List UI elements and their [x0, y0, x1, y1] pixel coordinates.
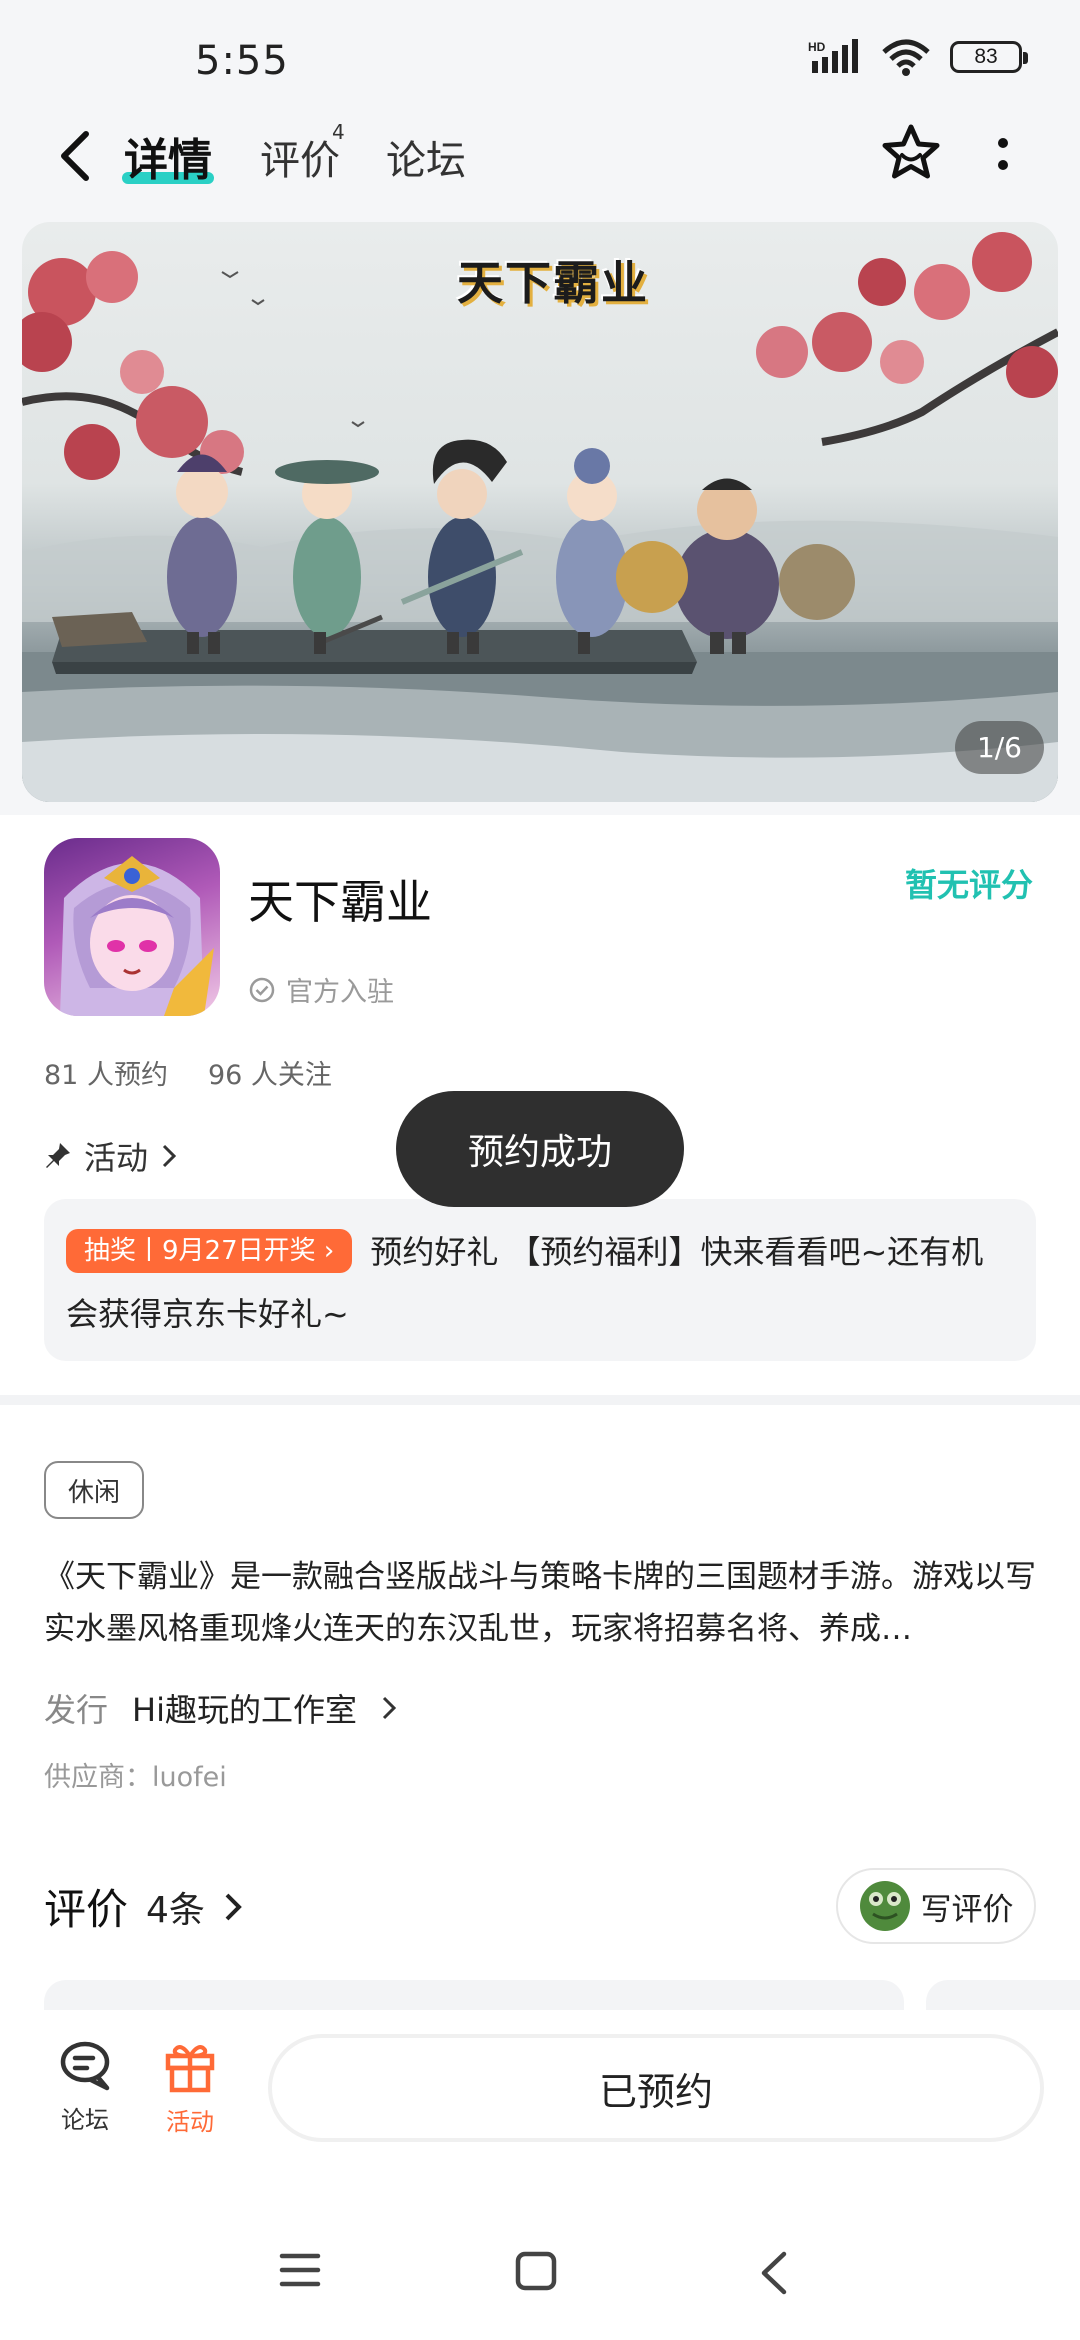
lottery-tag-label: 抽奖丨9月27日开奖: [84, 1236, 316, 1266]
battery-indicator: 83: [950, 41, 1028, 73]
app-stats: 81 人预约 96 人关注: [44, 1053, 332, 1092]
back-nav-icon[interactable]: [756, 2250, 792, 2296]
genre-tag[interactable]: 休闲: [44, 1461, 144, 1519]
game-description[interactable]: 《天下霸业》是一款融合竖版战斗与策略卡牌的三国题材手游。游戏以写实水墨风格重现烽…: [44, 1551, 1040, 1655]
frog-avatar-icon: [859, 1881, 910, 1931]
chevron-right-icon: [225, 1893, 242, 1920]
forum-chat-icon: [60, 2041, 110, 2091]
reviews-count-badge: 4: [332, 120, 345, 144]
official-badge: 官方入驻: [248, 970, 394, 1009]
reviews-header-link[interactable]: 评价 4条: [44, 1876, 243, 1937]
app-name: 天下霸业: [248, 875, 432, 929]
character-4: [556, 448, 628, 654]
back-arrow-icon[interactable]: [52, 128, 100, 184]
forum-button[interactable]: 论坛: [40, 2040, 130, 2135]
signal-icon: HD: [808, 39, 858, 73]
activity-tab-label: 活动: [166, 2108, 214, 2136]
write-review-button[interactable]: 写评价: [836, 1868, 1036, 1944]
write-review-label: 写评价: [920, 1891, 1014, 1928]
wifi-icon: [882, 39, 930, 76]
gift-icon: [165, 2045, 215, 2093]
follower-count: 96 人关注: [207, 1060, 332, 1091]
reserved-button[interactable]: 已预约: [268, 2034, 1044, 2142]
activity-section-link[interactable]: 活动: [44, 1133, 178, 1179]
tab-forum[interactable]: 论坛: [386, 128, 466, 186]
activity-button[interactable]: 活动: [145, 2040, 235, 2137]
character-5: [616, 478, 855, 654]
app-icon: [44, 838, 220, 1016]
reservation-count: 81 人预约: [44, 1060, 168, 1091]
tab-reviews[interactable]: 评价: [260, 128, 340, 186]
lottery-tag[interactable]: 抽奖丨9月27日开奖 ›: [66, 1229, 353, 1273]
tab-details[interactable]: 详情: [124, 124, 212, 188]
status-time: 5:55: [195, 38, 289, 84]
favorite-star-icon[interactable]: [880, 122, 942, 184]
more-options-icon[interactable]: [990, 135, 1016, 175]
forum-label: 论坛: [61, 2106, 109, 2134]
reviews-title: 评价: [44, 1885, 129, 1934]
publisher-row[interactable]: 发行 Hi趣玩的工作室: [44, 1685, 397, 1731]
toast-message: 预约成功: [396, 1091, 684, 1207]
activity-card[interactable]: 抽奖丨9月27日开奖 › 预约好礼 【预约福利】快来看看吧~还有机会获得京东卡好礼…: [44, 1199, 1036, 1361]
supplier-text: 供应商：luofei: [44, 1762, 227, 1793]
game-banner-carousel[interactable]: 天下霸业 1/6: [22, 222, 1058, 802]
official-label: 官方入驻: [286, 977, 394, 1008]
publisher-label: 发行: [44, 1691, 109, 1729]
rating-text: 暂无评分: [905, 866, 1034, 904]
chevron-right-icon: [382, 1696, 397, 1720]
network-label: HD: [808, 40, 826, 54]
reviews-count: 4条: [146, 1889, 205, 1931]
section-divider: [0, 1395, 1080, 1405]
character-1: [167, 454, 237, 654]
verified-check-icon: [249, 977, 275, 1002]
menu-nav-icon[interactable]: [278, 2250, 322, 2290]
chevron-right-icon: [162, 1144, 177, 1168]
banner-page-indicator: 1/6: [954, 721, 1044, 774]
status-icons: HD 83: [808, 38, 1028, 76]
banner-game-logo: 天下霸业: [457, 256, 649, 310]
pin-icon: [46, 1143, 70, 1168]
home-nav-icon[interactable]: [514, 2250, 558, 2292]
activity-label: 活动: [84, 1139, 149, 1177]
publisher-name: Hi趣玩的工作室: [132, 1691, 357, 1729]
